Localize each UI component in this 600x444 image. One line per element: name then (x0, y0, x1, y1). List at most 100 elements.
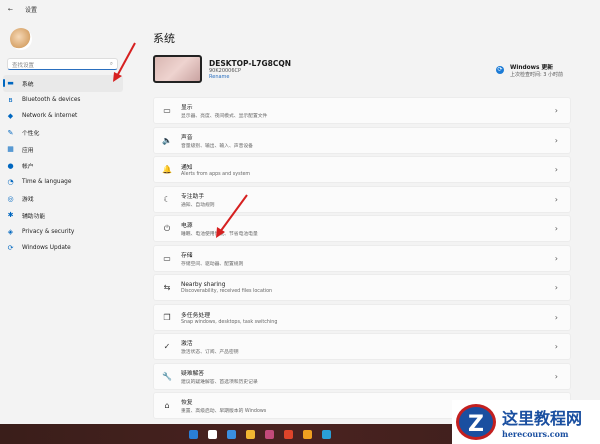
settings-card[interactable]: 🔔 通知 Alerts from apps and system › (153, 156, 571, 183)
card-subtitle: 建议的疑难解答、首选项和历史记录 (181, 379, 258, 385)
card-icon: 🔈 (162, 135, 172, 145)
desktop-thumbnail (153, 55, 202, 83)
card-title: 多任务处理 (181, 312, 210, 319)
sidebar-item-icon: ✱ (7, 211, 14, 220)
card-subtitle: Discoverability, received files location (181, 288, 273, 294)
sidebar-item-label: 系统 (22, 81, 34, 88)
chevron-right-icon: › (554, 312, 558, 322)
sidebar-item-label: 游戏 (22, 197, 34, 204)
sidebar-item-icon: ● (7, 161, 14, 170)
windows-update-link[interactable]: ⟳ Windows 更新 上次检查时间: 3 小时前 (496, 62, 563, 78)
chevron-right-icon: › (554, 106, 558, 115)
update-subtitle: 上次检查时间: 3 小时前 (510, 72, 564, 78)
card-subtitle: Alerts from apps and system (181, 172, 251, 177)
back-button[interactable]: ← (8, 6, 13, 13)
sidebar-item[interactable]: ⟳ Windows Update (3, 240, 123, 257)
sidebar-item[interactable]: ✎ 个性化 (3, 125, 123, 142)
card-title: 显示 (181, 105, 193, 111)
taskbar-app-icon[interactable] (265, 429, 274, 439)
card-title: 存储 (181, 252, 193, 259)
card-icon: 🔧 (162, 371, 172, 381)
card-icon: ⏻ (163, 223, 171, 233)
chevron-right-icon: › (554, 135, 558, 145)
sidebar-item[interactable]: ● 帐户 (3, 158, 123, 175)
settings-card[interactable]: ▭ 存储 存储空间、驱动器、配置规则 › (153, 244, 571, 272)
sidebar-item-icon: ◎ (7, 194, 14, 203)
sidebar-item-icon: ✎ (7, 128, 14, 137)
taskbar-app-icon[interactable] (322, 429, 331, 439)
sidebar-item-icon: ◆ (7, 112, 14, 121)
sidebar-item-label: Time & language (22, 179, 72, 186)
sidebar-item[interactable]: ▦ 应用 (3, 141, 123, 158)
sidebar-item-label: Windows Update (22, 245, 71, 252)
card-icon: ✓ (163, 342, 171, 351)
taskbar-app-icon[interactable] (246, 429, 255, 439)
rename-link[interactable]: Rename (209, 74, 291, 80)
card-subtitle: 音量级别、输出、输入、声音设备 (181, 143, 253, 149)
watermark-name: 这里教程网 (502, 409, 583, 428)
card-subtitle: 重置、高级启动、早期版本的 Windows (181, 409, 267, 414)
search-placeholder: 查找设置 (12, 63, 35, 69)
card-subtitle: 睡眠、电池使用情况、节省电池电量 (181, 232, 258, 237)
search-input[interactable]: 查找设置 ⌕ (7, 58, 118, 70)
watermark: Z 这里教程网 herecours.com (452, 400, 600, 444)
card-title: 通知 (181, 165, 193, 171)
card-icon: ❐ (163, 312, 171, 322)
taskbar-app-icon[interactable] (303, 429, 312, 439)
taskbar-app-icon[interactable] (227, 429, 236, 439)
card-title: 专注助手 (181, 193, 205, 200)
sidebar-item[interactable]: ✱ 辅助功能 (3, 207, 123, 224)
card-title: 激活 (181, 341, 193, 347)
settings-card[interactable]: 🔧 疑难解答建议的疑难解答、首选项和历史记录 › (153, 362, 571, 390)
taskbar-app-icon[interactable] (208, 429, 217, 439)
sidebar-item-label: Network & internet (22, 113, 78, 120)
avatar[interactable] (10, 28, 32, 50)
card-icon: ▭ (163, 106, 171, 115)
card-subtitle: 显示器、亮度、夜间模式、显示配置文件 (181, 114, 268, 119)
card-subtitle: 激活状态、订阅、产品密钥 (181, 350, 239, 355)
sidebar-item[interactable]: ◔ Time & language (3, 174, 123, 191)
card-subtitle: Snap windows, desktops, task switching (181, 319, 278, 325)
card-icon: ⇆ (163, 283, 171, 292)
sidebar-item[interactable]: ▬ 系统 (3, 75, 123, 92)
settings-card[interactable]: ▭ 显示显示器、亮度、夜间模式、显示配置文件 › (153, 97, 571, 124)
watermark-logo: Z (456, 404, 496, 440)
card-title: 疑难解答 (181, 370, 205, 377)
sidebar-item-icon: ⟳ (7, 244, 14, 253)
sidebar-item-icon: ▬ (7, 79, 14, 88)
taskbar-app-icon[interactable] (189, 429, 198, 439)
device-header: DESKTOP-L7G8CQN 90K20006CP Rename ⟳ Wind… (153, 54, 571, 84)
card-icon: ☾ (163, 194, 171, 204)
chevron-right-icon: › (554, 342, 558, 351)
card-title: Nearby sharing (181, 281, 226, 288)
page-title: 系统 (153, 32, 175, 45)
chevron-right-icon: › (554, 194, 558, 204)
settings-card[interactable]: ⏻ 电源 睡眠、电池使用情况、节省电池电量 › (153, 215, 571, 242)
settings-card[interactable]: ✓ 激活激活状态、订阅、产品密钥 › (153, 333, 571, 360)
window-title: 设置 (25, 6, 38, 14)
chevron-right-icon: › (554, 371, 558, 381)
chevron-right-icon: › (554, 165, 558, 174)
card-icon: ⌂ (164, 401, 170, 410)
settings-card[interactable]: 🔈 声音音量级别、输出、输入、声音设备 › (153, 126, 571, 154)
card-title: 声音 (181, 134, 193, 141)
sidebar-item[interactable]: ◈ Privacy & security (3, 224, 123, 241)
chevron-right-icon: › (554, 224, 558, 233)
sidebar-item-label: Bluetooth & devices (22, 96, 81, 103)
taskbar-app-icon[interactable] (284, 429, 293, 439)
settings-card[interactable]: ⇆ Nearby sharing Discoverability, received… (153, 274, 571, 301)
sidebar-item-label: 帐户 (22, 164, 34, 171)
card-icon: 🔔 (162, 165, 172, 174)
sidebar-item[interactable]: ◆ Network & internet (3, 108, 123, 125)
sidebar-item-label: 辅助功能 (22, 213, 46, 220)
card-subtitle: 通知、自动规则 (181, 202, 215, 208)
chevron-right-icon: › (554, 283, 558, 292)
settings-card[interactable]: ❐ 多任务处理 Snap windows, desktops, task switc… (153, 303, 571, 331)
settings-card[interactable]: ☾ 专注助手通知、自动规则 › (153, 185, 571, 213)
watermark-url: herecours.com (502, 429, 569, 439)
sidebar-item[interactable]: ◎ 游戏 (3, 191, 123, 208)
sidebar-item-icon: ▦ (7, 145, 14, 154)
main-content: 系统 DESKTOP-L7G8CQN 90K20006CP Rename ⟳ W… (153, 30, 571, 422)
sidebar-item[interactable]: ʙ Bluetooth & devices (3, 92, 123, 109)
card-subtitle: 存储空间、驱动器、配置规则 (181, 261, 244, 267)
